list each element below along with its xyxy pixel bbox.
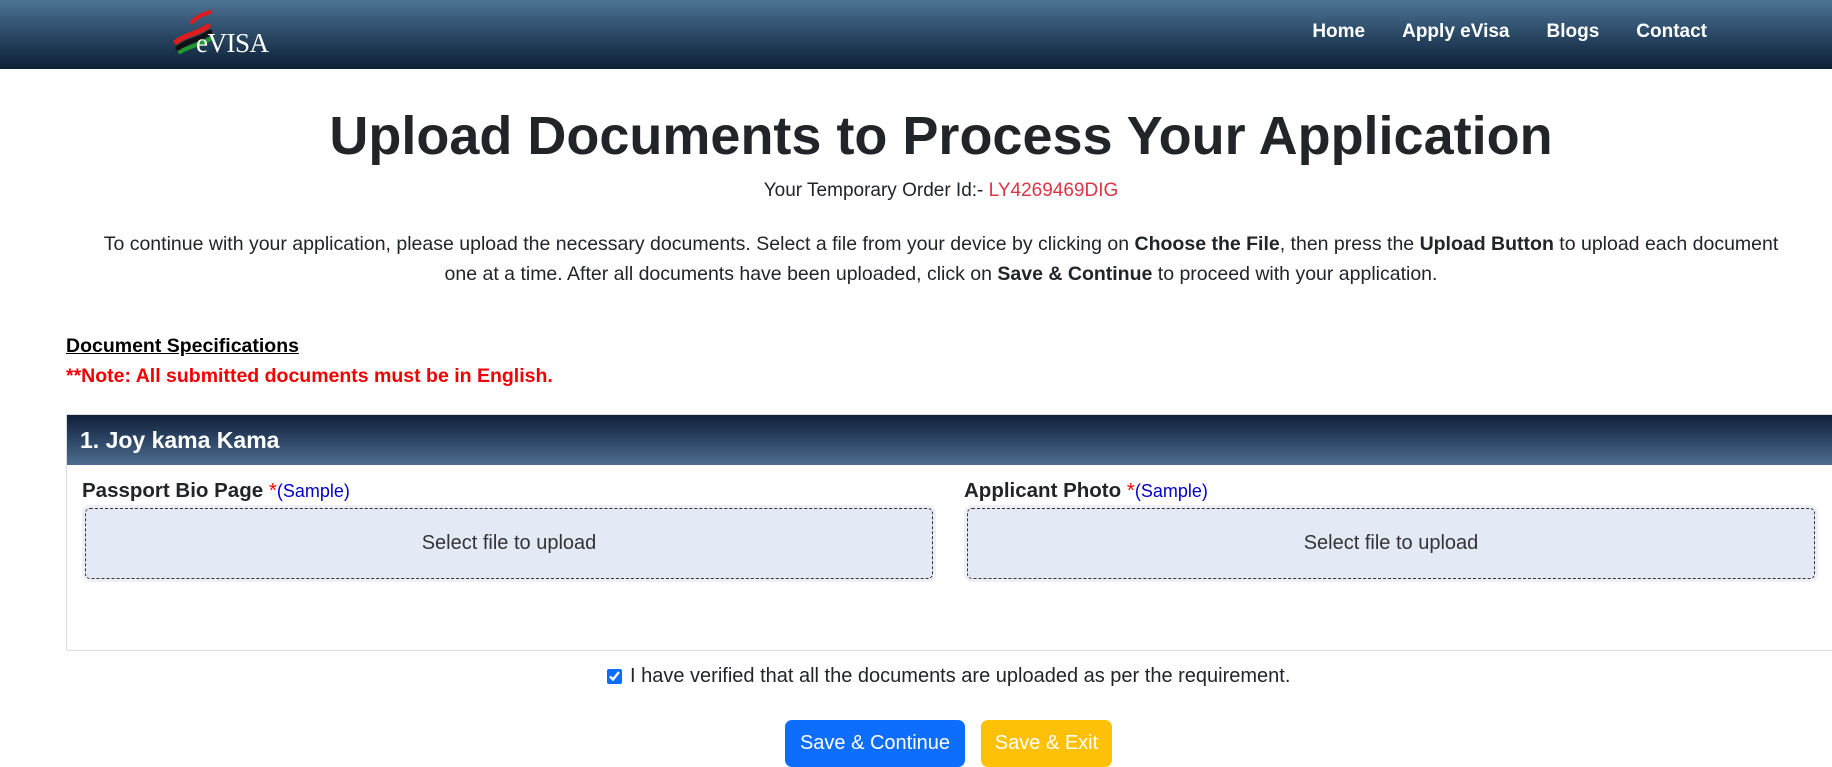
nav-blogs-link[interactable]: Blogs: [1546, 21, 1599, 49]
intro-text-4: to proceed with your application.: [1152, 263, 1438, 285]
english-note: **Note: All submitted documents must be …: [66, 365, 553, 387]
top-navbar: eVISA Home Apply eVisa Blogs Contact: [0, 0, 1832, 69]
applicant-photo-dropzone[interactable]: Select file to upload: [967, 508, 1815, 579]
intro-bold-upload-button: Upload Button: [1419, 233, 1554, 255]
order-id-label: Your Temporary Order Id:-: [763, 180, 989, 201]
intro-text-2: , then press the: [1279, 233, 1420, 255]
photo-label-text: Applicant Photo: [964, 479, 1127, 502]
nav-home-link[interactable]: Home: [1312, 21, 1365, 49]
applicant-header: 1. Joy kama Kama: [67, 415, 1832, 465]
photo-sample-link[interactable]: (Sample): [1135, 481, 1208, 501]
save-exit-button[interactable]: Save & Exit: [981, 720, 1112, 767]
nav-apply-evisa-link[interactable]: Apply eVisa: [1402, 21, 1509, 49]
verify-documents-row[interactable]: I have verified that all the documents a…: [607, 665, 1290, 688]
required-asterisk: *: [1126, 479, 1135, 502]
passport-sample-link[interactable]: (Sample): [277, 481, 350, 501]
passport-label-text: Passport Bio Page: [82, 479, 269, 502]
nav-contact-link[interactable]: Contact: [1636, 21, 1707, 49]
nav-links: Home Apply eVisa Blogs Contact: [1312, 0, 1707, 69]
page-title: Upload Documents to Process Your Applica…: [329, 106, 1553, 166]
order-id-value: LY4269469DIG: [988, 180, 1119, 201]
verify-label: I have verified that all the documents a…: [630, 665, 1291, 687]
applicant-documents-card: 1. Joy kama Kama Passport Bio Page *(Sam…: [66, 414, 1832, 651]
intro-bold-save-continue: Save & Continue: [997, 263, 1153, 285]
applicant-photo-label: Applicant Photo *(Sample): [964, 479, 1208, 503]
passport-bio-page-label: Passport Bio Page *(Sample): [82, 479, 350, 503]
intro-instructions: To continue with your application, pleas…: [90, 229, 1792, 289]
passport-bio-page-dropzone[interactable]: Select file to upload: [85, 508, 933, 579]
document-specifications-title: Document Specifications: [66, 335, 299, 357]
evisa-logo[interactable]: eVISA: [170, 10, 280, 60]
required-asterisk: *: [268, 479, 277, 502]
order-id-line: Your Temporary Order Id:- LY4269469DIG: [0, 180, 1832, 202]
verify-checkbox[interactable]: [607, 669, 622, 684]
logo-text: eVISA: [196, 28, 269, 58]
intro-text-1: To continue with your application, pleas…: [103, 233, 1135, 255]
save-continue-button[interactable]: Save & Continue: [785, 720, 965, 767]
intro-bold-choose-file: Choose the File: [1134, 233, 1280, 255]
